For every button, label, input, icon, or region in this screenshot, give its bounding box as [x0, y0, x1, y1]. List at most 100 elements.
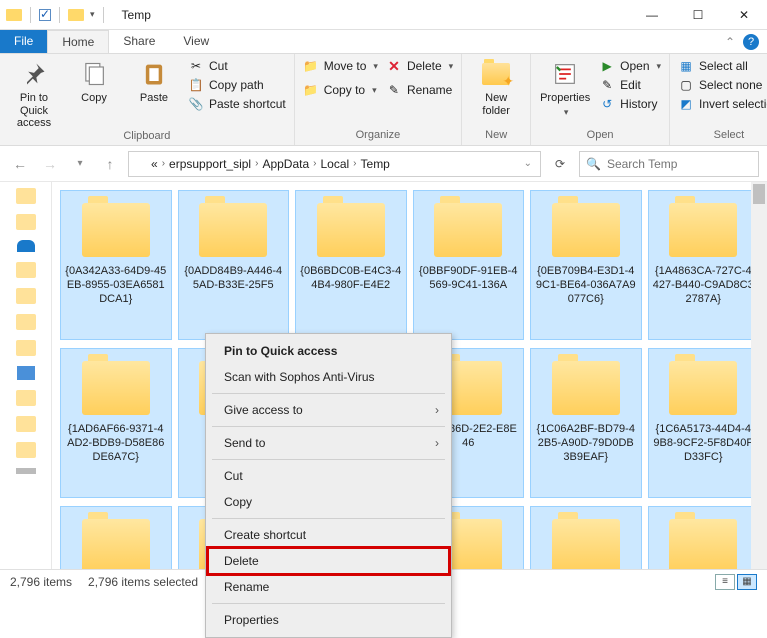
folder-icon	[669, 203, 737, 257]
sidebar-item[interactable]	[16, 314, 36, 330]
sidebar-item[interactable]	[16, 340, 36, 356]
select-all-icon: ▦	[678, 58, 694, 74]
invert-selection-button[interactable]: ◩Invert selection	[678, 96, 767, 112]
sidebar-item[interactable]	[16, 214, 36, 230]
folder-item[interactable]: {1AD6AF66-9371-4AD2-BDB9-D58E86DE6A7C}	[60, 348, 172, 498]
qat-folder-icon[interactable]	[68, 9, 84, 21]
ctx-cut[interactable]: Cut	[208, 463, 449, 489]
folder-item[interactable]: {0EB709B4-E3D1-49C1-BE64-036A7A9077C6}	[530, 190, 642, 340]
move-to-button[interactable]: 📁Move to▾	[303, 58, 378, 74]
ctx-rename[interactable]: Rename	[208, 574, 449, 600]
rename-button[interactable]: ✎Rename	[386, 82, 453, 98]
copy-path-button[interactable]: 📋Copy path	[188, 77, 286, 93]
search-input[interactable]	[607, 157, 762, 171]
folder-icon	[552, 361, 620, 415]
app-icon	[6, 9, 22, 21]
crumb-1[interactable]: erpsupport_sipl›	[169, 157, 258, 171]
ctx-give-access-to[interactable]: Give access to›	[208, 397, 449, 423]
onedrive-icon[interactable]	[17, 240, 35, 252]
nav-back-button[interactable]: ←	[8, 152, 32, 176]
nav-forward-button[interactable]: →	[38, 152, 62, 176]
help-icon[interactable]: ?	[743, 34, 759, 50]
tab-home[interactable]: Home	[47, 30, 109, 53]
sidebar-item[interactable]	[16, 262, 36, 278]
search-box[interactable]: 🔍	[579, 151, 759, 177]
folder-item[interactable]: {1C06A2BF-BD79-42B5-A90D-79D0DB3B9EAF}	[530, 348, 642, 498]
sidebar-item[interactable]	[16, 188, 36, 204]
folder-item[interactable]: {0A342A33-64D9-45EB-8955-03EA6581DCA1}	[60, 190, 172, 340]
ctx-properties[interactable]: Properties	[208, 607, 449, 633]
folder-name: {0ADD84B9-A446-45AD-B33E-25F5	[183, 265, 285, 293]
folder-item[interactable]: {0BBF90DF-91EB-4569-9C41-136A	[413, 190, 525, 340]
ribbon-collapse-icon[interactable]: ⌃	[725, 35, 735, 49]
ctx-copy[interactable]: Copy	[208, 489, 449, 515]
select-none-button[interactable]: ▢Select none	[678, 77, 767, 93]
tab-share[interactable]: Share	[109, 30, 169, 53]
crumb-4[interactable]: Temp	[361, 157, 390, 171]
copy-to-button[interactable]: 📁Copy to▾	[303, 82, 378, 98]
ctx-delete[interactable]: Delete	[208, 548, 449, 574]
crumb-2[interactable]: AppData›	[262, 157, 316, 171]
open-button[interactable]: ▶Open▾	[599, 58, 661, 74]
qat-dropdown[interactable]: ▾	[90, 9, 95, 20]
properties-button[interactable]: Properties▾	[539, 58, 591, 117]
sidebar-item[interactable]	[16, 390, 36, 406]
minimize-button[interactable]: —	[629, 0, 675, 30]
pin-label: Pin to Quick access	[8, 92, 60, 130]
vertical-scrollbar[interactable]	[751, 182, 767, 569]
sidebar-item[interactable]	[16, 468, 36, 474]
crumb-3[interactable]: Local›	[320, 157, 356, 171]
invert-selection-icon: ◩	[678, 96, 694, 112]
copy-button[interactable]: Copy	[68, 58, 120, 105]
icons-view-button[interactable]: ▦	[737, 574, 757, 590]
close-button[interactable]: ✕	[721, 0, 767, 30]
details-view-button[interactable]: ≡	[715, 574, 735, 590]
refresh-button[interactable]: ⟳	[547, 151, 573, 177]
tab-view[interactable]: View	[169, 30, 223, 53]
folder-item[interactable]: {1A4863CA-727C-4427-B440-C9AD8C32787A}	[648, 190, 760, 340]
selected-count: 2,796 items selected	[88, 575, 198, 589]
folder-item[interactable]	[648, 506, 760, 569]
folder-item[interactable]: {0ADD84B9-A446-45AD-B33E-25F5	[178, 190, 290, 340]
sidebar-item[interactable]	[16, 416, 36, 432]
address-bar[interactable]: «› erpsupport_sipl› AppData› Local› Temp…	[128, 151, 541, 177]
delete-button[interactable]: ✕Delete▾	[386, 58, 453, 74]
ribbon-tabs: File Home Share View ⌃ ?	[0, 30, 767, 54]
pin-quick-access-button[interactable]: Pin to Quick access	[8, 58, 60, 130]
crumb-0[interactable]: «›	[151, 157, 165, 171]
history-button[interactable]: ↺History	[599, 96, 661, 112]
nav-up-button[interactable]: ↑	[98, 152, 122, 176]
edit-button[interactable]: ✎Edit	[599, 77, 661, 93]
cut-button[interactable]: ✂Cut	[188, 58, 286, 74]
qat-checkbox[interactable]	[39, 9, 51, 21]
maximize-button[interactable]: ☐	[675, 0, 721, 30]
ctx-send-to[interactable]: Send to›	[208, 430, 449, 456]
paste-button[interactable]: Paste	[128, 58, 180, 105]
folder-item[interactable]: {0B6BDC0B-E4C3-44B4-980F-E4E2	[295, 190, 407, 340]
paste-icon	[138, 58, 170, 90]
folder-item[interactable]	[60, 506, 172, 569]
tab-file[interactable]: File	[0, 30, 47, 53]
sidebar-item[interactable]	[16, 288, 36, 304]
group-label-select: Select	[678, 129, 767, 143]
folder-icon	[82, 361, 150, 415]
ctx-pin-quick-access[interactable]: Pin to Quick access	[208, 338, 449, 364]
folder-item[interactable]: {1C6A5173-44D4-49B8-9CF2-5F8D40FD33FC}	[648, 348, 760, 498]
sidebar-item[interactable]	[16, 442, 36, 458]
nav-pane[interactable]	[0, 182, 52, 569]
ctx-create-shortcut[interactable]: Create shortcut	[208, 522, 449, 548]
folder-item[interactable]	[530, 506, 642, 569]
cut-icon: ✂	[188, 58, 204, 74]
this-pc-icon[interactable]	[17, 366, 35, 380]
ctx-scan-antivirus[interactable]: Scan with Sophos Anti-Virus	[208, 364, 449, 390]
ribbon-group-select: ▦Select all ▢Select none ◩Invert selecti…	[670, 54, 767, 145]
history-icon: ↺	[599, 96, 615, 112]
select-all-button[interactable]: ▦Select all	[678, 58, 767, 74]
scrollbar-thumb[interactable]	[753, 184, 765, 204]
paste-shortcut-icon: 📎	[188, 96, 204, 112]
nav-recent-button[interactable]: ▾	[68, 152, 92, 176]
paste-shortcut-button[interactable]: 📎Paste shortcut	[188, 96, 286, 112]
folder-name: {0EB709B4-E3D1-49C1-BE64-036A7A9077C6}	[535, 265, 637, 306]
new-folder-button[interactable]: ✦ New folder	[470, 58, 522, 117]
address-dropdown[interactable]: ⌄	[524, 158, 536, 169]
